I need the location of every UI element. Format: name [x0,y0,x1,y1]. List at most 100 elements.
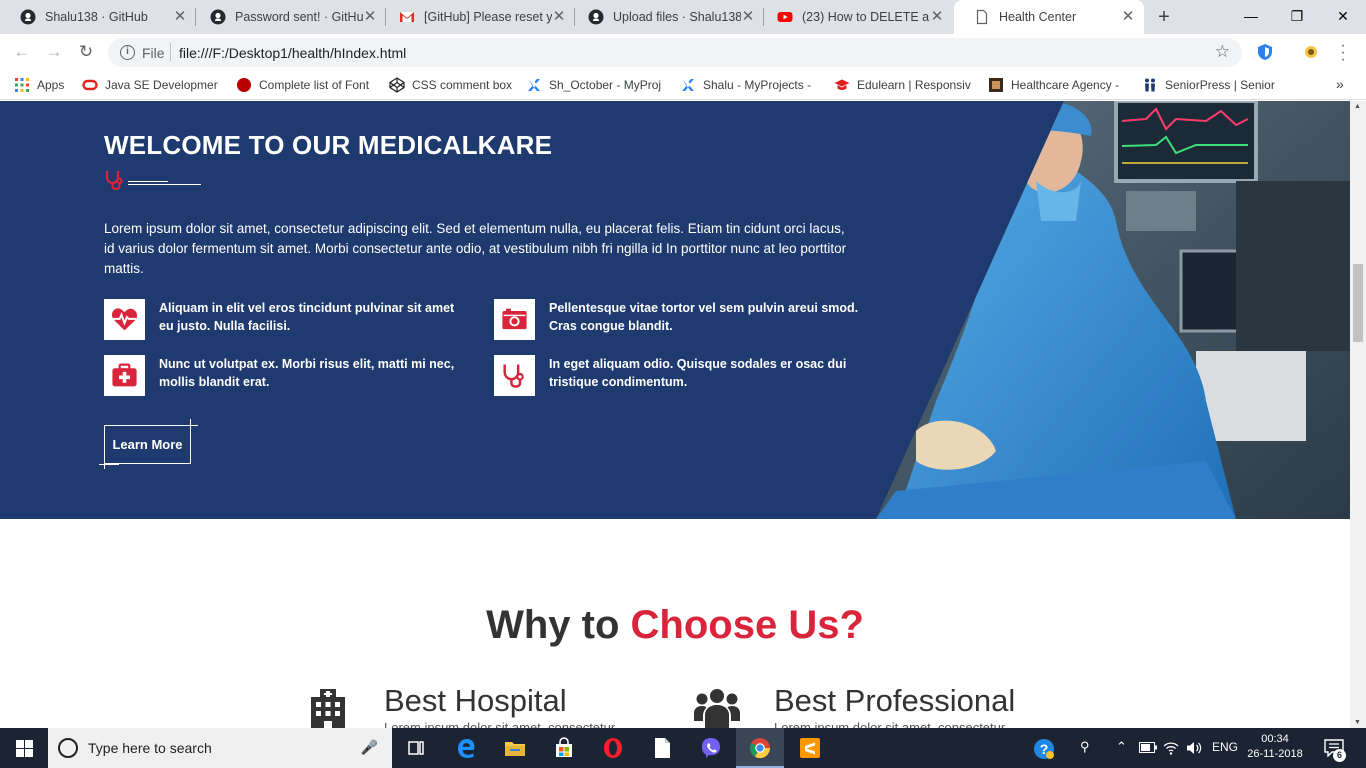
tab-title: Password sent! · GitHub [235,10,363,24]
close-tab-icon[interactable]: ✕ [1120,9,1136,25]
bookmark-css-comment-box[interactable]: CSS comment box [389,76,517,94]
red-circle-icon [237,78,251,92]
more-bookmarks-icon[interactable]: » [1336,76,1344,92]
feature-text: Aliquam in elit vel eros tincidunt pulvi… [159,301,455,333]
taskbar-app-chrome[interactable] [736,728,784,768]
chrome-icon [750,738,771,759]
folder-icon [505,742,525,756]
cortana-icon [58,738,78,758]
url-text[interactable]: file:///F:/Desktop1/health/hIndex.html [179,45,406,61]
reload-button[interactable]: ↻ [74,40,98,64]
welcome-section: WELCOME TO OUR MEDICALKARE Lorem ipsum d… [0,101,1350,519]
github-icon [20,9,36,25]
taskbar-app-sublime[interactable] [786,728,834,768]
feature-icon-box [104,299,145,340]
camera-icon [502,308,527,330]
taskbar-app-file-explorer[interactable] [491,728,539,768]
tab-github-profile[interactable]: Shalu138 · GitHub ✕ [0,0,196,34]
close-tab-icon[interactable]: ✕ [362,9,378,25]
language-indicator[interactable]: ENG [1212,740,1238,754]
show-hidden-icons-chevron[interactable]: ⌃ [1116,739,1127,755]
tab-title: (23) How to DELETE a G [802,10,930,24]
bookmark-label: CSS comment box [412,78,513,92]
close-tab-icon[interactable]: ✕ [172,9,188,25]
tab-title: [GitHub] Please reset your [424,10,552,24]
bookmark-healthcare-agency[interactable]: Healthcare Agency - [988,76,1128,94]
microphone-icon[interactable]: 🎤 [361,739,378,756]
feature-item: Nunc ut volutpat ex. Morbi risus elit, m… [104,355,464,397]
wifi-icon[interactable] [1163,740,1179,756]
help-icon[interactable]: ? [1033,738,1055,760]
notification-count-badge: 6 [1333,749,1346,762]
blue-x-icon [682,79,694,91]
page-icon [976,9,988,25]
feature-item: Aliquam in elit vel eros tincidunt pulvi… [104,299,464,341]
extension-icon[interactable] [1303,44,1319,60]
tab-gmail-reset[interactable]: [GitHub] Please reset your ✕ [379,0,575,34]
forward-button[interactable]: → [42,40,66,64]
restore-button[interactable]: ❐ [1274,0,1320,32]
bookmark-star-icon[interactable]: ☆ [1215,42,1230,62]
task-view-icon [408,741,424,755]
tab-upload-files[interactable]: Upload files · Shalu138/ ✕ [568,0,764,34]
bookmark-sh-october[interactable]: Sh_October - MyProj [526,76,663,94]
close-tab-icon[interactable]: ✕ [551,9,567,25]
welcome-paragraph: Lorem ipsum dolor sit amet, consectetur … [104,221,847,276]
battery-icon[interactable] [1139,742,1157,753]
button-corner-line [99,464,119,465]
page-scrollbar[interactable]: ▲ ▼ [1350,101,1366,728]
bookmark-edulearn[interactable]: Edulearn | Responsive [834,76,971,94]
bookmark-label: Complete list of Font [259,78,370,92]
codepen-icon [389,77,405,93]
stethoscope-icon [503,364,524,388]
scrollbar-thumb[interactable] [1353,264,1363,342]
taskbar-app-viber[interactable] [687,728,735,768]
card-title: Best Hospital [384,683,567,718]
tab-password-sent[interactable]: Password sent! · GitHub ✕ [190,0,386,34]
volume-icon[interactable] [1186,740,1203,756]
clock-time: 00:34 [1261,733,1289,745]
browser-toolbar: ← → ↻ i File file:///F:/Desktop1/health/… [0,34,1366,70]
start-button[interactable] [0,728,48,768]
close-tab-icon[interactable]: ✕ [929,9,945,25]
taskbar-app-notepad[interactable] [638,728,686,768]
shield-extension-icon[interactable] [1256,43,1274,61]
apps-grid-icon [15,78,29,92]
bookmark-shalu-projects[interactable]: Shalu - MyProjects - [680,76,816,94]
first-aid-kit-icon [112,363,137,387]
tab-title: Health Center [999,10,1077,24]
taskbar-app-store[interactable] [540,728,588,768]
taskbar-clock[interactable]: 00:34 26-11-2018 [1246,732,1304,762]
minimize-button[interactable]: — [1228,0,1274,32]
tab-youtube[interactable]: (23) How to DELETE a G ✕ [757,0,953,34]
bookmark-apps[interactable]: Apps [14,76,64,94]
taskbar-search-box[interactable]: Type here to search 🎤 [48,728,392,768]
heading-prefix: Why to [486,603,620,647]
page-viewport: WELCOME TO OUR MEDICALKARE Lorem ipsum d… [0,101,1350,728]
menu-kebab-icon[interactable]: · · · [1338,38,1348,68]
task-view-button[interactable] [392,728,440,768]
address-bar[interactable]: i File file:///F:/Desktop1/health/hIndex… [108,38,1242,67]
people-icon[interactable]: ⚲ [1080,739,1090,755]
new-tab-button[interactable]: + [1152,5,1176,29]
scroll-up-icon[interactable]: ▲ [1354,103,1361,110]
bookmark-java-se[interactable]: Java SE Development [82,76,218,94]
browser-tab-strip: Shalu138 · GitHub ✕ Password sent! · Git… [0,0,1366,34]
tab-health-center[interactable]: Health Center ✕ [954,0,1144,34]
bookmark-font-list[interactable]: Complete list of Font [236,76,372,94]
card-text: Lorem ipsum dolor sit amet, consectetur [384,720,616,728]
scroll-down-icon[interactable]: ▼ [1354,719,1361,726]
taskbar-app-edge[interactable] [442,728,490,768]
search-placeholder: Type here to search [88,740,212,756]
feature-icon-box [494,299,535,340]
windows-logo-icon [16,740,33,757]
close-tab-icon[interactable]: ✕ [740,9,756,25]
feature-text: Pellentesque vitae tortor vel sem pulvin… [549,301,859,333]
bookmark-seniorpress[interactable]: SeniorPress | Senior [1142,76,1280,94]
card-text: Lorem ipsum dolor sit amet, consectetur [774,720,1006,728]
close-window-button[interactable]: ✕ [1320,0,1366,32]
taskbar-app-opera[interactable] [589,728,637,768]
learn-more-button[interactable]: Learn More [104,425,191,464]
back-button[interactable]: ← [10,40,34,64]
info-icon[interactable]: i [120,45,135,60]
